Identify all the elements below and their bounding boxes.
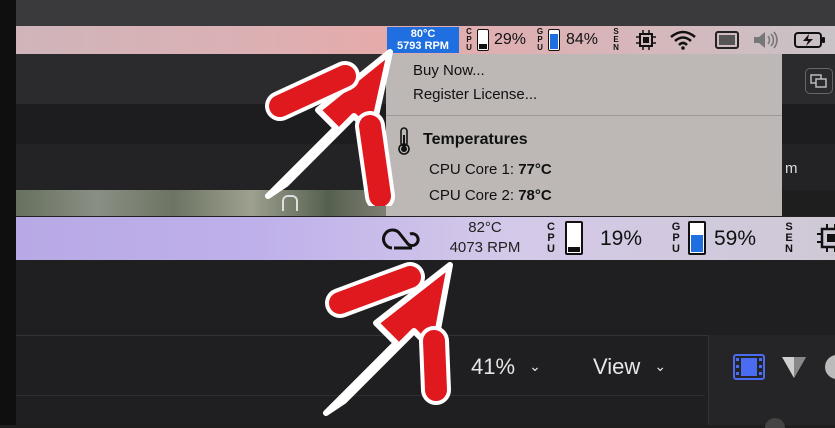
reading-value: 78°C bbox=[518, 187, 552, 204]
cpu-usage-bar[interactable] bbox=[565, 221, 583, 255]
wifi-icon[interactable] bbox=[670, 30, 696, 55]
reading-value: 77°C bbox=[518, 161, 552, 178]
partial-text: m bbox=[785, 160, 798, 177]
battery-charging-icon[interactable] bbox=[794, 31, 826, 54]
gpu-label: GPU bbox=[536, 27, 544, 52]
menu-item-register-license[interactable]: Register License... bbox=[413, 86, 537, 103]
chevron-down-icon: ⌄ bbox=[529, 358, 541, 374]
inspector-panel bbox=[708, 335, 835, 425]
menu-item-buy-now[interactable]: Buy Now... bbox=[413, 62, 485, 79]
triangle-icon[interactable] bbox=[780, 354, 808, 385]
left-edge bbox=[0, 0, 16, 425]
view-label: View bbox=[593, 354, 641, 379]
creative-cloud-icon[interactable] bbox=[380, 226, 424, 257]
arrow-annotation-icon bbox=[265, 49, 395, 206]
temperature-value: 82°C bbox=[468, 219, 502, 236]
zoom-value: 41% bbox=[471, 354, 516, 379]
cpu-percent: 29% bbox=[494, 31, 527, 48]
sensor-label[interactable]: SEN bbox=[783, 222, 795, 255]
background-top bbox=[0, 0, 835, 26]
temperature-value: 80°C bbox=[410, 28, 436, 40]
view-dropdown[interactable]: View ⌄ bbox=[593, 354, 666, 380]
cpu-label: CPU bbox=[547, 221, 555, 255]
cpu-core-1-reading: CPU Core 1: 77°C bbox=[429, 161, 552, 178]
chevron-down-icon: ⌄ bbox=[654, 358, 667, 374]
film-strip-icon[interactable] bbox=[733, 354, 765, 385]
temp-fan-readout-2[interactable]: 82°C 4073 RPM bbox=[440, 218, 530, 258]
circle-tool-icon[interactable] bbox=[824, 354, 835, 380]
temperatures-heading: Temperatures bbox=[423, 131, 528, 148]
gpu-usage-bar[interactable] bbox=[548, 29, 560, 51]
gpu-percent: 59% bbox=[714, 227, 757, 250]
volume-icon[interactable] bbox=[752, 31, 780, 54]
display-icon[interactable] bbox=[715, 31, 739, 54]
gpu-percent: 84% bbox=[566, 31, 599, 48]
menu-separator bbox=[386, 115, 782, 116]
zoom-dropdown[interactable]: 41% ⌄ bbox=[471, 354, 541, 380]
reading-label: CPU Core 1: bbox=[429, 161, 519, 178]
chip-icon[interactable] bbox=[636, 30, 656, 55]
cpu-core-2-reading: CPU Core 2: 78°C bbox=[429, 187, 552, 204]
chip-icon[interactable] bbox=[817, 224, 835, 252]
cpu-label: CPU bbox=[466, 27, 472, 52]
sensor-label[interactable]: SEN bbox=[612, 28, 620, 52]
cpu-percent: 19% bbox=[600, 227, 643, 250]
gpu-usage-bar[interactable] bbox=[688, 221, 706, 255]
reading-label: CPU Core 2: bbox=[429, 187, 519, 204]
arrow-annotation-icon bbox=[323, 262, 453, 416]
gpu-label: GPU bbox=[671, 221, 681, 255]
cpu-usage-bar[interactable] bbox=[477, 29, 489, 51]
screen-share-icon[interactable] bbox=[805, 68, 833, 94]
